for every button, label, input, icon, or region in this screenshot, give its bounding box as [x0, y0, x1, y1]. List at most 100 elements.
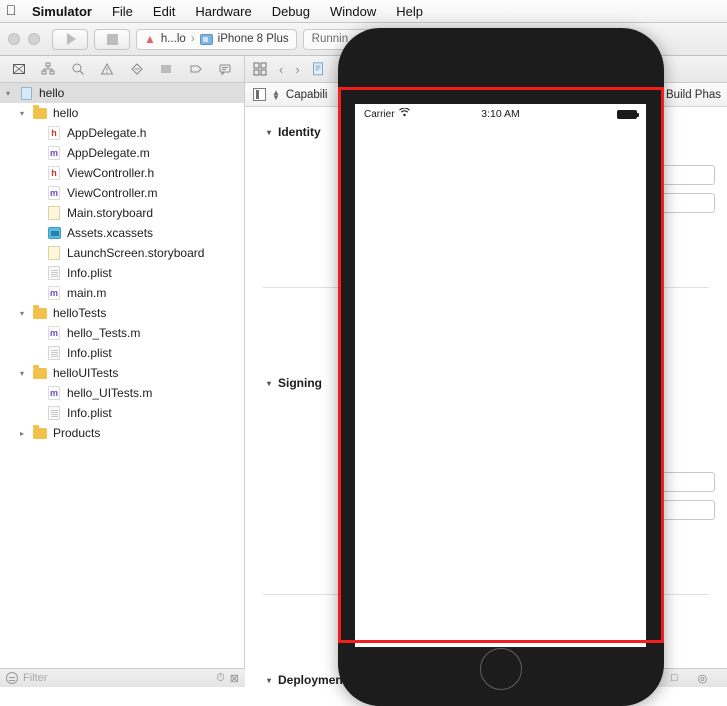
tree-item[interactable]: m ViewController.m [0, 183, 244, 203]
menu-item-hardware[interactable]: Hardware [185, 0, 261, 23]
target-icon [253, 88, 266, 101]
document-icon[interactable] [312, 62, 325, 76]
tree-item[interactable]: Info.plist [0, 263, 244, 283]
debug-navigator-icon[interactable] [155, 59, 177, 79]
folder-icon [33, 424, 47, 439]
window-controls [8, 33, 40, 45]
disclosure-triangle-icon[interactable]: ▾ [6, 89, 17, 98]
tree-item[interactable]: ▾ hello [0, 83, 244, 103]
tree-item[interactable]: Info.plist [0, 403, 244, 423]
tree-item[interactable]: m main.m [0, 283, 244, 303]
close-window-button[interactable] [8, 33, 20, 45]
jumpbar-label: Capabili [285, 88, 328, 101]
plist-file-icon [48, 266, 60, 280]
tree-item-label: helloUITests [53, 366, 119, 380]
status-bar-right [520, 109, 639, 119]
storyboard-file-icon [48, 246, 60, 260]
section-caret-icon[interactable]: ▾ [267, 379, 271, 388]
home-button[interactable] [480, 648, 522, 690]
scheme-project-icon: ▲ [144, 32, 156, 46]
ios-simulator-window[interactable]: Carrier 3:10 AM [338, 28, 664, 706]
section-caret-icon[interactable]: ▾ [267, 676, 271, 685]
menu-item-window[interactable]: Window [320, 0, 386, 23]
tree-item[interactable]: LaunchScreen.storyboard [0, 243, 244, 263]
tree-item-label: Products [53, 426, 101, 440]
scheme-project-label: h...lo [160, 33, 186, 45]
menu-item-debug[interactable]: Debug [262, 0, 320, 23]
tab-build-phases[interactable]: Build Phas [666, 89, 721, 101]
section-caret-icon[interactable]: ▾ [267, 128, 271, 137]
scheme-selector[interactable]: ▲ h...lo › iPhone 8 Plus [136, 28, 297, 50]
menu-item-help[interactable]: Help [386, 0, 433, 23]
device-icon [199, 33, 213, 45]
tree-item[interactable]: h ViewController.h [0, 163, 244, 183]
tree-item-label: helloTests [53, 306, 107, 320]
scheme-device-label: iPhone 8 Plus [217, 33, 289, 45]
wifi-icon [398, 107, 410, 120]
tree-item-label: Info.plist [67, 406, 112, 420]
stepper-icon[interactable]: ▲ ▼ [272, 88, 280, 101]
back-chevron-icon[interactable]: ‹ [279, 62, 283, 77]
run-button[interactable] [52, 28, 88, 50]
apple-logo-icon[interactable]:  [0, 3, 22, 19]
source-file-icon: m [48, 146, 60, 160]
filter-input[interactable]: Filter [23, 672, 211, 684]
tree-item-label: hello [39, 86, 65, 100]
tree-item[interactable]: Info.plist [0, 343, 244, 363]
disclosure-triangle-icon[interactable]: ▸ [20, 429, 31, 438]
report-navigator-icon[interactable] [214, 59, 236, 79]
macos-menu-bar:  Simulator File Edit Hardware Debug Win… [0, 0, 727, 23]
disclosure-triangle-icon[interactable]: ▾ [20, 309, 31, 318]
recent-files-icon[interactable]: ⏱ [216, 672, 225, 685]
menu-item-file[interactable]: File [102, 0, 143, 23]
tree-item[interactable]: ▾ hello [0, 103, 244, 123]
location-icon[interactable]: ◎ [698, 672, 708, 685]
tree-item[interactable]: Main.storyboard [0, 203, 244, 223]
tree-item[interactable]: m AppDelegate.m [0, 143, 244, 163]
issue-navigator-icon[interactable] [96, 59, 118, 79]
disclosure-triangle-icon[interactable]: ▾ [20, 369, 31, 378]
find-navigator-icon[interactable] [67, 59, 89, 79]
tree-item[interactable]: m hello_UITests.m [0, 383, 244, 403]
minimize-window-button[interactable] [28, 33, 40, 45]
test-navigator-icon[interactable] [126, 59, 148, 79]
scheme-separator: › [190, 33, 195, 45]
source-file-icon: m [48, 286, 60, 300]
tree-item[interactable]: ▾ helloTests [0, 303, 244, 323]
stop-icon [106, 33, 118, 45]
simulator-screen[interactable]: Carrier 3:10 AM [355, 104, 646, 647]
carrier-label: Carrier [364, 108, 395, 120]
tree-item[interactable]: m hello_Tests.m [0, 323, 244, 343]
play-icon [66, 33, 76, 45]
tree-item[interactable]: ▸ Products [0, 423, 244, 443]
section-title: Signing [278, 376, 323, 390]
ios-status-bar: Carrier 3:10 AM [355, 104, 646, 124]
stop-button[interactable] [94, 28, 130, 50]
tree-item[interactable]: h AppDelegate.h [0, 123, 244, 143]
folder-icon [33, 304, 47, 319]
source-file-icon: m [48, 326, 60, 340]
breakpoint-navigator-icon[interactable] [185, 59, 207, 79]
section-title: Deploymen [278, 673, 343, 687]
project-navigator-icon[interactable] [8, 59, 30, 79]
activity-status-text: Runnin [311, 33, 349, 45]
source-control-navigator-icon[interactable] [37, 59, 59, 79]
tree-item-label: hello_UITests.m [67, 386, 153, 400]
tree-item-label: Info.plist [67, 266, 112, 280]
tree-item[interactable]: Assets.xcassets [0, 223, 244, 243]
source-file-icon: m [48, 186, 60, 200]
header-file-icon: h [48, 166, 60, 180]
standard-editor-icon[interactable] [253, 62, 267, 76]
source-control-filter-icon[interactable]: ⊠ [230, 672, 239, 685]
navigator-tab-bar [0, 56, 244, 83]
tree-item-label: AppDelegate.h [67, 126, 147, 140]
menu-item-edit[interactable]: Edit [143, 0, 185, 23]
menu-item-simulator[interactable]: Simulator [22, 0, 102, 23]
tree-item[interactable]: ▾ helloUITests [0, 363, 244, 383]
project-file-tree: ▾ hello ▾ hello h AppDelegate.h m AppDelegate.m… [0, 83, 244, 443]
header-file-icon: h [48, 126, 60, 140]
forward-chevron-icon[interactable]: › [295, 62, 299, 77]
disclosure-triangle-icon[interactable]: ▾ [20, 109, 31, 118]
tree-item-label: main.m [67, 286, 107, 300]
view-hierarchy-icon[interactable]: □ [671, 672, 678, 684]
